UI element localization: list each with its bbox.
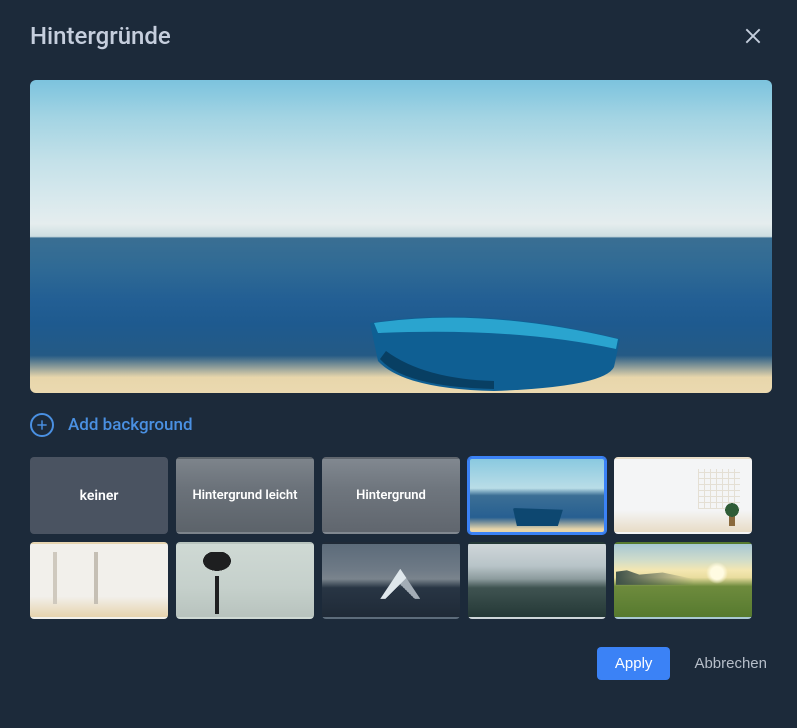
close-icon[interactable] xyxy=(739,22,767,50)
bg-option-forest-fog[interactable] xyxy=(468,542,606,619)
background-preview xyxy=(30,80,772,393)
bg-option-light-blur[interactable]: Hintergrund leicht xyxy=(176,457,314,534)
cancel-button[interactable]: Abbrechen xyxy=(694,655,767,672)
dialog-title: Hintergründe xyxy=(30,22,171,50)
bg-option-white-room[interactable] xyxy=(614,457,752,534)
bg-option-label: Hintergrund xyxy=(356,488,426,503)
bg-option-sunrise-field[interactable] xyxy=(614,542,752,619)
bg-option-beach[interactable] xyxy=(468,457,606,534)
apply-button[interactable]: Apply xyxy=(597,647,671,680)
bg-option-label: Hintergrund leicht xyxy=(192,488,297,503)
bg-option-empty-room[interactable] xyxy=(30,542,168,619)
plus-circle-icon xyxy=(30,413,54,437)
bg-option-lamp-room[interactable] xyxy=(176,542,314,619)
bg-option-mountains[interactable] xyxy=(322,542,460,619)
add-background-button[interactable]: Add background xyxy=(30,413,767,437)
boat-illustration xyxy=(364,309,624,393)
boat-icon xyxy=(513,508,563,526)
add-background-label: Add background xyxy=(68,415,193,435)
bg-option-none[interactable]: keiner xyxy=(30,457,168,534)
background-grid: keiner Hintergrund leicht Hintergrund xyxy=(30,457,767,619)
bg-option-blur[interactable]: Hintergrund xyxy=(322,457,460,534)
bg-option-label: keiner xyxy=(80,488,119,504)
